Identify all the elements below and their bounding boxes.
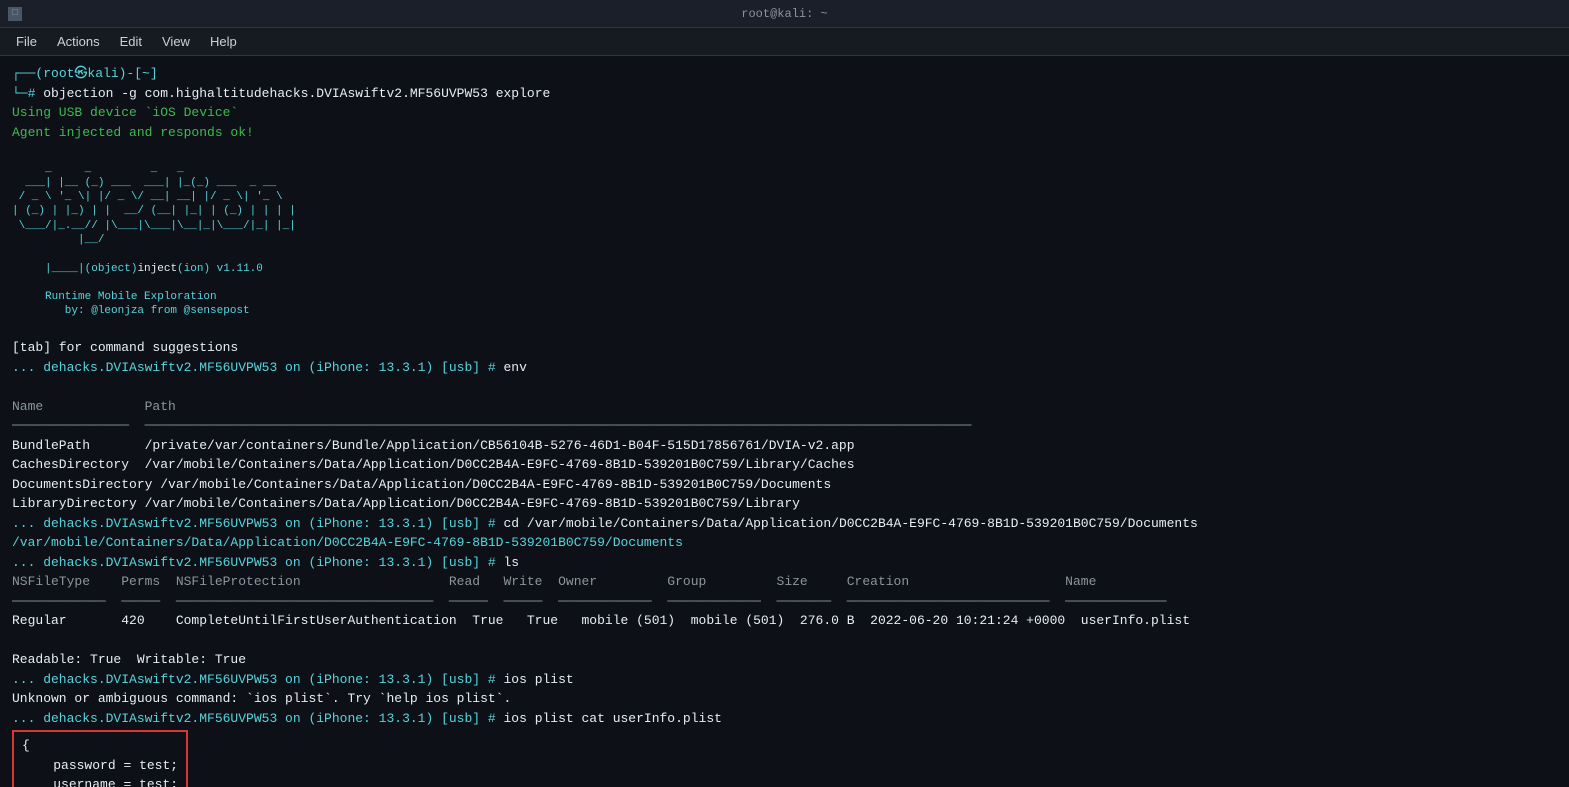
table-row: DocumentsDirectory /var/mobile/Container…	[12, 475, 1557, 495]
table-divider: ─────────────── ────────────────────────…	[12, 416, 1557, 436]
menu-view[interactable]: View	[154, 32, 198, 51]
ls-header: NSFileType Perms NSFileProtection Read W…	[12, 572, 1557, 592]
terminal-line: Agent injected and responds ok!	[12, 123, 1557, 143]
plist-password-line: password = test;	[22, 756, 178, 776]
terminal-body[interactable]: ┌──(root㉿kali)-[~] └─# objection -g com.…	[0, 56, 1569, 787]
terminal-line: Using USB device `iOS Device`	[12, 103, 1557, 123]
menu-bar: File Actions Edit View Help	[0, 28, 1569, 56]
ls-divider: ──────────── ───── ─────────────────────…	[12, 592, 1557, 612]
menu-file[interactable]: File	[8, 32, 45, 51]
terminal-line: ... dehacks.DVIAswiftv2.MF56UVPW53 on (i…	[12, 553, 1557, 573]
terminal-line: └─# objection -g com.highaltitudehacks.D…	[12, 84, 1557, 104]
plist-username-line: username = test;	[22, 775, 178, 787]
menu-help[interactable]: Help	[202, 32, 245, 51]
terminal-line: [tab] for command suggestions	[12, 338, 1557, 358]
terminal-line	[12, 319, 1557, 339]
terminal-line: ┌──(root㉿kali)-[~]	[12, 64, 1557, 84]
window-icon: □	[8, 7, 22, 21]
plist-open-brace: {	[22, 736, 178, 756]
table-row: CachesDirectory /var/mobile/Containers/D…	[12, 455, 1557, 475]
objection-logo: _ _ _ _ ___| |__ (_) ___ ___| |_(_) ___ …	[12, 162, 1557, 319]
menu-actions[interactable]: Actions	[49, 32, 108, 51]
table-row: BundlePath /private/var/containers/Bundl…	[12, 436, 1557, 456]
window-title: root@kali: ~	[741, 7, 827, 21]
title-bar: □ root@kali: ~	[0, 0, 1569, 28]
table-header-row: Name Path	[12, 397, 1557, 417]
terminal-line	[12, 142, 1557, 162]
terminal-line: ... dehacks.DVIAswiftv2.MF56UVPW53 on (i…	[12, 670, 1557, 690]
current-path: /var/mobile/Containers/Data/Application/…	[12, 533, 1557, 553]
ls-row: Regular 420 CompleteUntilFirstUserAuthen…	[12, 611, 1557, 631]
terminal-line: Unknown or ambiguous command: `ios plist…	[12, 689, 1557, 709]
terminal-line	[12, 631, 1557, 651]
menu-edit[interactable]: Edit	[112, 32, 150, 51]
terminal-line	[12, 377, 1557, 397]
terminal-line: Readable: True Writable: True	[12, 650, 1557, 670]
terminal-line: ... dehacks.DVIAswiftv2.MF56UVPW53 on (i…	[12, 709, 1557, 729]
plist-output-box: { password = test; username = test; }	[12, 730, 188, 787]
terminal-line: ... dehacks.DVIAswiftv2.MF56UVPW53 on (i…	[12, 514, 1557, 534]
terminal-line: ... dehacks.DVIAswiftv2.MF56UVPW53 on (i…	[12, 358, 1557, 378]
table-row: LibraryDirectory /var/mobile/Containers/…	[12, 494, 1557, 514]
